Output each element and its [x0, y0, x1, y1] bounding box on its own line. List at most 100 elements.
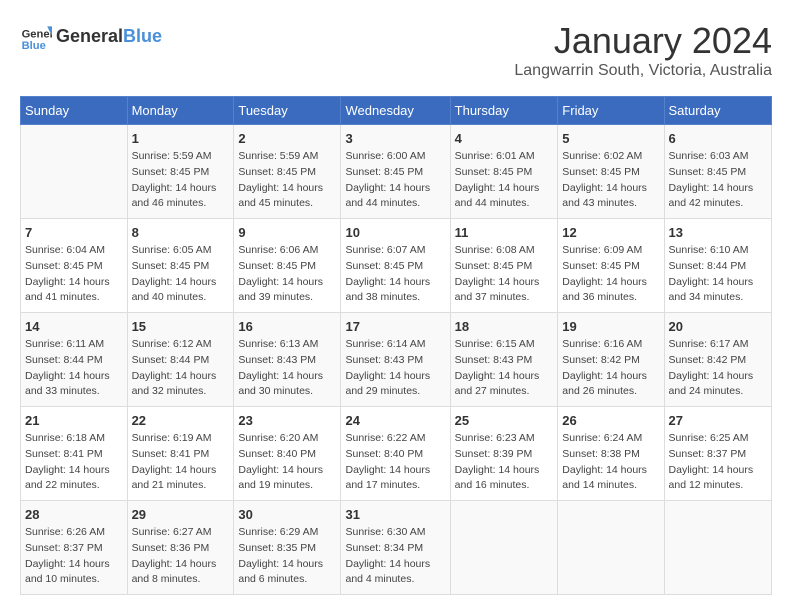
day-info: Sunrise: 6:04 AMSunset: 8:45 PMDaylight:… — [25, 243, 123, 306]
calendar-subtitle: Langwarrin South, Victoria, Australia — [514, 62, 772, 80]
day-info: Sunrise: 6:10 AMSunset: 8:44 PMDaylight:… — [669, 243, 767, 306]
day-info: Sunrise: 6:20 AMSunset: 8:40 PMDaylight:… — [238, 431, 336, 494]
day-number: 23 — [238, 413, 336, 428]
calendar-cell: 10 Sunrise: 6:07 AMSunset: 8:45 PMDayligh… — [341, 219, 450, 313]
day-info: Sunrise: 6:12 AMSunset: 8:44 PMDaylight:… — [132, 337, 230, 400]
day-number: 25 — [455, 413, 554, 428]
day-number: 12 — [562, 225, 659, 240]
day-number: 13 — [669, 225, 767, 240]
calendar-cell: 29 Sunrise: 6:27 AMSunset: 8:36 PMDayligh… — [127, 501, 234, 595]
calendar-header-row: SundayMondayTuesdayWednesdayThursdayFrid… — [21, 97, 772, 125]
day-number: 26 — [562, 413, 659, 428]
calendar-cell: 17Sunrise: 6:14 AMSunset: 8:43 PMDayligh… — [341, 313, 450, 407]
week-row-5: 28Sunrise: 6:26 AMSunset: 8:37 PMDayligh… — [21, 501, 772, 595]
calendar-cell: 16 Sunrise: 6:13 AMSunset: 8:43 PMDayligh… — [234, 313, 341, 407]
day-number: 21 — [25, 413, 123, 428]
day-number: 1 — [132, 131, 230, 146]
calendar-cell: 8 Sunrise: 6:05 AMSunset: 8:45 PMDaylight… — [127, 219, 234, 313]
day-info: Sunrise: 6:08 AMSunset: 8:45 PMDaylight:… — [455, 243, 554, 306]
day-info: Sunrise: 6:15 AMSunset: 8:43 PMDaylight:… — [455, 337, 554, 400]
calendar-cell: 4Sunrise: 6:01 AMSunset: 8:45 PMDaylight… — [450, 125, 558, 219]
logo-icon: General Blue — [20, 20, 52, 52]
day-number: 7 — [25, 225, 123, 240]
day-info: Sunrise: 6:22 AMSunset: 8:40 PMDaylight:… — [345, 431, 445, 494]
day-info: Sunrise: 6:29 AMSunset: 8:35 PMDaylight:… — [238, 525, 336, 588]
day-info: Sunrise: 5:59 AMSunset: 8:45 PMDaylight:… — [132, 149, 230, 212]
calendar-cell: 25 Sunrise: 6:23 AMSunset: 8:39 PMDayligh… — [450, 407, 558, 501]
calendar-cell: 14 Sunrise: 6:11 AMSunset: 8:44 PMDayligh… — [21, 313, 128, 407]
header-thursday: Thursday — [450, 97, 558, 125]
calendar-cell: 21 Sunrise: 6:18 AMSunset: 8:41 PMDayligh… — [21, 407, 128, 501]
week-row-1: 1 Sunrise: 5:59 AMSunset: 8:45 PMDaylight… — [21, 125, 772, 219]
calendar-cell: 31 Sunrise: 6:30 AMSunset: 8:34 PMDayligh… — [341, 501, 450, 595]
week-row-2: 7 Sunrise: 6:04 AMSunset: 8:45 PMDaylight… — [21, 219, 772, 313]
calendar-cell: 5 Sunrise: 6:02 AMSunset: 8:45 PMDaylight… — [558, 125, 664, 219]
calendar-cell: 23 Sunrise: 6:20 AMSunset: 8:40 PMDayligh… — [234, 407, 341, 501]
header-friday: Friday — [558, 97, 664, 125]
day-number: 6 — [669, 131, 767, 146]
title-block: January 2024 Langwarrin South, Victoria,… — [514, 20, 772, 80]
calendar-cell: 12 Sunrise: 6:09 AMSunset: 8:45 PMDayligh… — [558, 219, 664, 313]
day-info: Sunrise: 6:30 AMSunset: 8:34 PMDaylight:… — [345, 525, 445, 588]
calendar-cell: 18Sunrise: 6:15 AMSunset: 8:43 PMDayligh… — [450, 313, 558, 407]
calendar-cell: 22Sunrise: 6:19 AMSunset: 8:41 PMDayligh… — [127, 407, 234, 501]
calendar-cell: 27Sunrise: 6:25 AMSunset: 8:37 PMDayligh… — [664, 407, 771, 501]
calendar-cell: 28Sunrise: 6:26 AMSunset: 8:37 PMDayligh… — [21, 501, 128, 595]
day-info: Sunrise: 6:05 AMSunset: 8:45 PMDaylight:… — [132, 243, 230, 306]
calendar-table: SundayMondayTuesdayWednesdayThursdayFrid… — [20, 96, 772, 595]
day-info: Sunrise: 6:00 AMSunset: 8:45 PMDaylight:… — [345, 149, 445, 212]
day-info: Sunrise: 6:18 AMSunset: 8:41 PMDaylight:… — [25, 431, 123, 494]
calendar-cell: 6Sunrise: 6:03 AMSunset: 8:45 PMDaylight… — [664, 125, 771, 219]
day-number: 10 — [345, 225, 445, 240]
day-info: Sunrise: 6:17 AMSunset: 8:42 PMDaylight:… — [669, 337, 767, 400]
day-info: Sunrise: 6:09 AMSunset: 8:45 PMDaylight:… — [562, 243, 659, 306]
day-info: Sunrise: 6:02 AMSunset: 8:45 PMDaylight:… — [562, 149, 659, 212]
calendar-cell: 24 Sunrise: 6:22 AMSunset: 8:40 PMDayligh… — [341, 407, 450, 501]
calendar-title: January 2024 — [514, 20, 772, 62]
day-info: Sunrise: 6:07 AMSunset: 8:45 PMDaylight:… — [345, 243, 445, 306]
day-info: Sunrise: 5:59 AMSunset: 8:45 PMDaylight:… — [238, 149, 336, 212]
day-number: 17 — [345, 319, 445, 334]
day-info: Sunrise: 6:24 AMSunset: 8:38 PMDaylight:… — [562, 431, 659, 494]
day-number: 19 — [562, 319, 659, 334]
day-info: Sunrise: 6:16 AMSunset: 8:42 PMDaylight:… — [562, 337, 659, 400]
day-number: 3 — [345, 131, 445, 146]
day-number: 24 — [345, 413, 445, 428]
day-number: 29 — [132, 507, 230, 522]
calendar-cell: 19 Sunrise: 6:16 AMSunset: 8:42 PMDayligh… — [558, 313, 664, 407]
calendar-cell: 9Sunrise: 6:06 AMSunset: 8:45 PMDaylight… — [234, 219, 341, 313]
day-info: Sunrise: 6:06 AMSunset: 8:45 PMDaylight:… — [238, 243, 336, 306]
logo: General Blue General Blue — [20, 20, 162, 52]
day-info: Sunrise: 6:27 AMSunset: 8:36 PMDaylight:… — [132, 525, 230, 588]
calendar-cell: 7 Sunrise: 6:04 AMSunset: 8:45 PMDaylight… — [21, 219, 128, 313]
calendar-cell — [21, 125, 128, 219]
day-number: 5 — [562, 131, 659, 146]
calendar-cell: 3 Sunrise: 6:00 AMSunset: 8:45 PMDaylight… — [341, 125, 450, 219]
day-info: Sunrise: 6:13 AMSunset: 8:43 PMDaylight:… — [238, 337, 336, 400]
day-number: 15 — [132, 319, 230, 334]
day-number: 31 — [345, 507, 445, 522]
calendar-cell: 1 Sunrise: 5:59 AMSunset: 8:45 PMDaylight… — [127, 125, 234, 219]
svg-text:General: General — [22, 29, 52, 41]
day-number: 8 — [132, 225, 230, 240]
week-row-4: 21 Sunrise: 6:18 AMSunset: 8:41 PMDayligh… — [21, 407, 772, 501]
header-wednesday: Wednesday — [341, 97, 450, 125]
calendar-cell — [450, 501, 558, 595]
day-info: Sunrise: 6:23 AMSunset: 8:39 PMDaylight:… — [455, 431, 554, 494]
day-number: 14 — [25, 319, 123, 334]
header-sunday: Sunday — [21, 97, 128, 125]
calendar-cell: 11 Sunrise: 6:08 AMSunset: 8:45 PMDayligh… — [450, 219, 558, 313]
day-number: 4 — [455, 131, 554, 146]
calendar-cell: 15 Sunrise: 6:12 AMSunset: 8:44 PMDayligh… — [127, 313, 234, 407]
calendar-cell — [664, 501, 771, 595]
day-info: Sunrise: 6:11 AMSunset: 8:44 PMDaylight:… — [25, 337, 123, 400]
page-header: General Blue General Blue January 2024 L… — [20, 20, 772, 80]
logo-text-blue: Blue — [123, 26, 162, 47]
day-number: 16 — [238, 319, 336, 334]
day-number: 27 — [669, 413, 767, 428]
header-saturday: Saturday — [664, 97, 771, 125]
calendar-cell: 30Sunrise: 6:29 AMSunset: 8:35 PMDayligh… — [234, 501, 341, 595]
day-number: 11 — [455, 225, 554, 240]
header-tuesday: Tuesday — [234, 97, 341, 125]
day-number: 20 — [669, 319, 767, 334]
